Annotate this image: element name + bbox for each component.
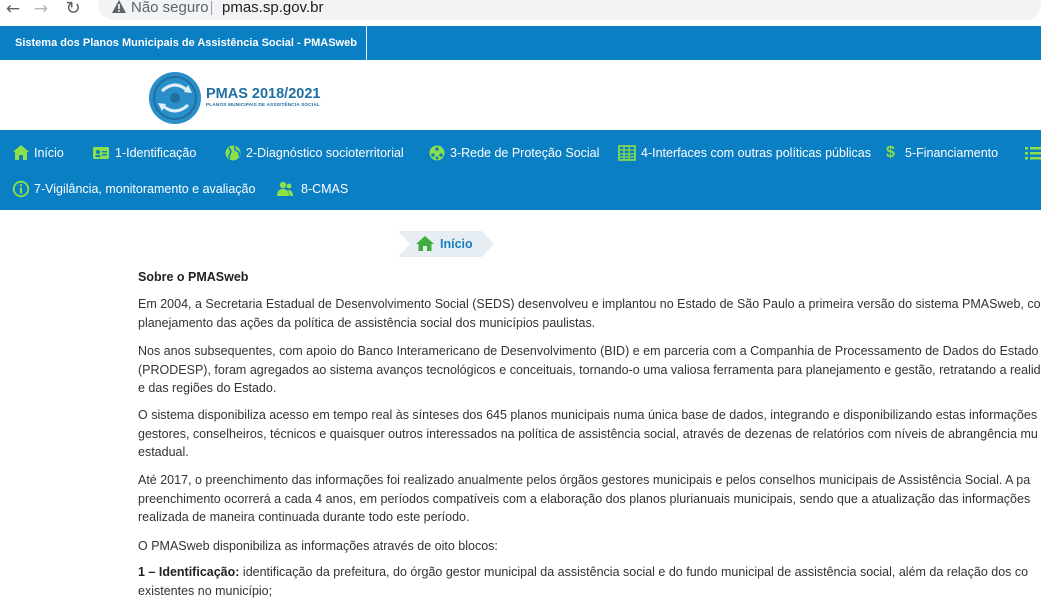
grid-icon xyxy=(618,145,636,161)
url-text[interactable]: pmas.sp.gov.br xyxy=(222,0,323,16)
paragraph-line: preenchimento ocorrerá a cada 4 anos, em… xyxy=(138,491,1031,506)
menu-item-label: Início xyxy=(34,146,64,160)
menu-item-inicio[interactable]: Início xyxy=(12,141,72,165)
paragraph-line: O PMASweb disponibiliza as informações a… xyxy=(138,539,498,553)
system-header: Sistema dos Planos Municipais de Assistê… xyxy=(0,26,1041,60)
paragraph-line: Nos anos subsequentes, com apoio do Banc… xyxy=(138,344,1039,358)
menu-item-identificacao[interactable]: 1-Identificação xyxy=(92,141,202,165)
home-icon xyxy=(416,236,434,251)
menu-item-label: 7-Vigilância, monitoramento e avaliação xyxy=(34,182,256,196)
paragraph-line: realizada de maneira continuada durante … xyxy=(138,510,470,525)
block-1-title: 1 – Identificação: xyxy=(138,565,240,579)
paragraph: Em 2004, a Secretaria Estadual de Desenv… xyxy=(138,295,1041,332)
paragraph-line: (PRODESP), foram agregados ao sistema av… xyxy=(138,362,1041,377)
section-title: Sobre o PMASweb xyxy=(138,270,249,284)
main-menu: Início 1-Identificação 2-Diagnóstico soc… xyxy=(0,130,1041,210)
dollar-icon: $ xyxy=(886,144,895,161)
paragraph-line: Em 2004, a Secretaria Estadual de Desenv… xyxy=(138,297,1041,311)
forward-arrow-icon[interactable]: → xyxy=(30,0,52,20)
paragraph: O sistema disponibiliza acesso em tempo … xyxy=(138,406,1041,462)
menu-item-vigilancia[interactable]: 7-Vigilância, monitoramento e avaliação xyxy=(12,177,257,201)
menu-item-label: 5-Financiamento xyxy=(905,146,999,160)
paragraph-line: planejamento das ações da política de as… xyxy=(138,315,596,330)
home-icon xyxy=(13,145,29,160)
browser-toolbar: ← → ↻ Não seguro pmas.sp.gov.br xyxy=(0,0,1041,24)
block-1-description: 1 – Identificação: identificação da pref… xyxy=(138,563,1041,600)
pmas-logo-icon[interactable] xyxy=(148,71,202,125)
menu-item-label: 3-Rede de Proteção Social xyxy=(450,146,600,160)
menu-item-more[interactable] xyxy=(1024,141,1041,165)
logo-subtitle: PLANOS MUNICIPAIS DE ASSISTÊNCIA SOCIAL xyxy=(206,103,320,108)
back-arrow-icon[interactable]: ← xyxy=(2,0,24,20)
menu-item-interfaces[interactable]: 4-Interfaces com outras políticas públic… xyxy=(618,141,871,165)
menu-item-label: 2-Diagnóstico socioterritorial xyxy=(246,146,404,160)
reload-icon[interactable]: ↻ xyxy=(62,0,84,20)
info-icon xyxy=(12,180,30,198)
menu-item-diagnostico[interactable]: 2-Diagnóstico socioterritorial xyxy=(224,141,409,165)
list-icon xyxy=(1025,147,1041,160)
paragraph-line: existentes no município; xyxy=(138,583,273,598)
menu-item-financiamento[interactable]: $ 5-Financiamento xyxy=(886,141,1001,165)
menu-item-cmas[interactable]: 8-CMAS xyxy=(276,177,351,201)
id-card-icon xyxy=(93,147,109,159)
block-1-text: identificação da prefeitura, do órgão ge… xyxy=(239,565,1029,579)
breadcrumb-label[interactable]: Início xyxy=(440,236,473,252)
menu-item-label: 1-Identificação xyxy=(115,146,197,160)
paragraph-line: O sistema disponibiliza acesso em tempo … xyxy=(138,408,1038,422)
menu-item-label: 4-Interfaces com outras políticas públic… xyxy=(641,146,871,160)
security-label[interactable]: Não seguro xyxy=(131,0,209,16)
warning-icon[interactable] xyxy=(112,0,126,14)
paragraph: Até 2017, o preenchimento das informaçõe… xyxy=(138,471,1041,527)
logo-area: PMAS 2018/2021 PLANOS MUNICIPAIS DE ASSI… xyxy=(0,60,1041,130)
menu-item-rede-protecao[interactable]: 3-Rede de Proteção Social xyxy=(428,141,600,165)
paragraph: O PMASweb disponibiliza as informações a… xyxy=(138,537,1041,556)
system-title[interactable]: Sistema dos Planos Municipais de Assistê… xyxy=(0,26,367,60)
address-separator xyxy=(211,1,212,15)
paragraph-line: e das regiões do Estado. xyxy=(138,381,277,396)
users-icon xyxy=(277,181,293,196)
paragraph-line: Até 2017, o preenchimento das informaçõe… xyxy=(138,473,1031,487)
logo-title: PMAS 2018/2021 xyxy=(206,86,321,102)
menu-item-label: 8-CMAS xyxy=(301,182,349,196)
paragraph-line: estadual. xyxy=(138,445,189,460)
paragraph-line: 1 – Identificação: identificação da pref… xyxy=(138,563,1041,582)
paragraph-line: gestores, conselheiros, técnicos e quais… xyxy=(138,426,1038,441)
paragraph: Nos anos subsequentes, com apoio do Banc… xyxy=(138,342,1041,398)
network-icon xyxy=(429,145,445,161)
globe-icon xyxy=(225,145,241,161)
